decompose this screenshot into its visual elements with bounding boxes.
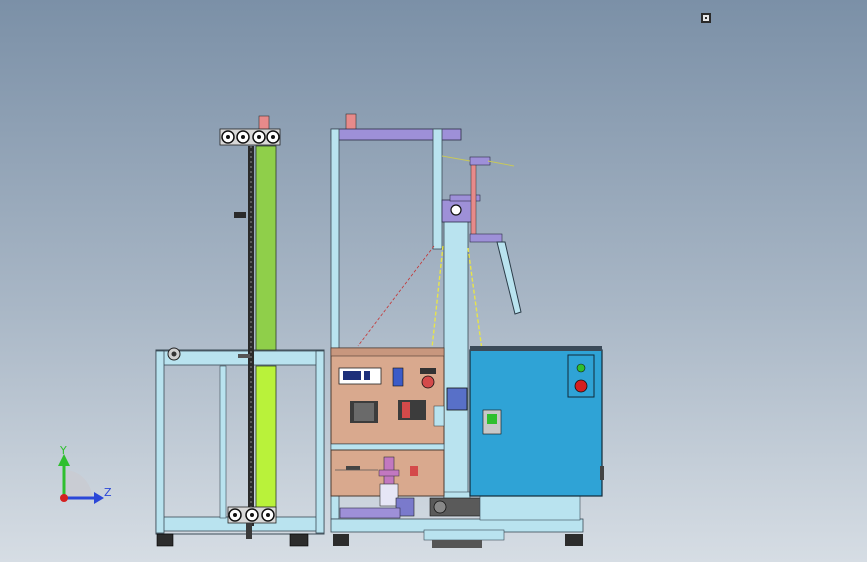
control-panel bbox=[330, 347, 445, 517]
electrical-cabinet bbox=[469, 346, 604, 497]
view-orientation-icon[interactable] bbox=[701, 13, 711, 23]
emergency-stop-icon[interactable] bbox=[574, 379, 588, 393]
assembly-drawing bbox=[58, 13, 711, 548]
triad-z-label: Z bbox=[104, 486, 112, 499]
coordinate-triad bbox=[58, 454, 104, 504]
conveyor-base bbox=[339, 495, 581, 521]
indicator-light-icon bbox=[576, 363, 586, 373]
cad-viewport[interactable]: Y Z bbox=[0, 0, 867, 562]
triad-y-label: Y bbox=[60, 444, 67, 457]
vertical-guide-column bbox=[219, 115, 281, 539]
